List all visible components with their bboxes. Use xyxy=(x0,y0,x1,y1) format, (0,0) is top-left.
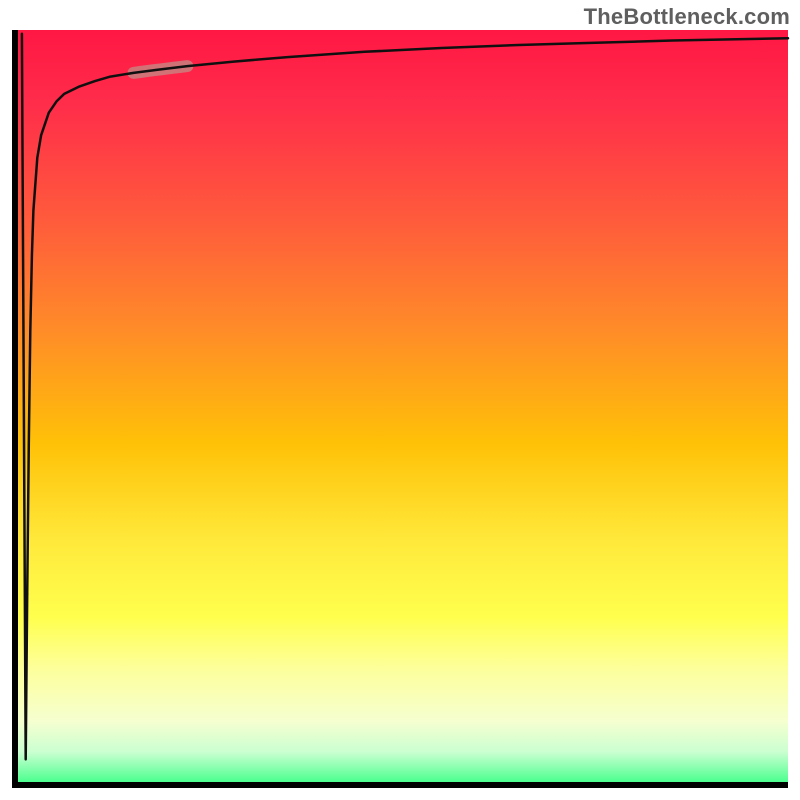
chart-stage: TheBottleneck.com xyxy=(0,0,800,800)
attribution-label: TheBottleneck.com xyxy=(584,4,790,30)
x-axis xyxy=(12,782,788,788)
plot-background-gradient xyxy=(18,30,788,782)
y-axis xyxy=(12,30,18,782)
